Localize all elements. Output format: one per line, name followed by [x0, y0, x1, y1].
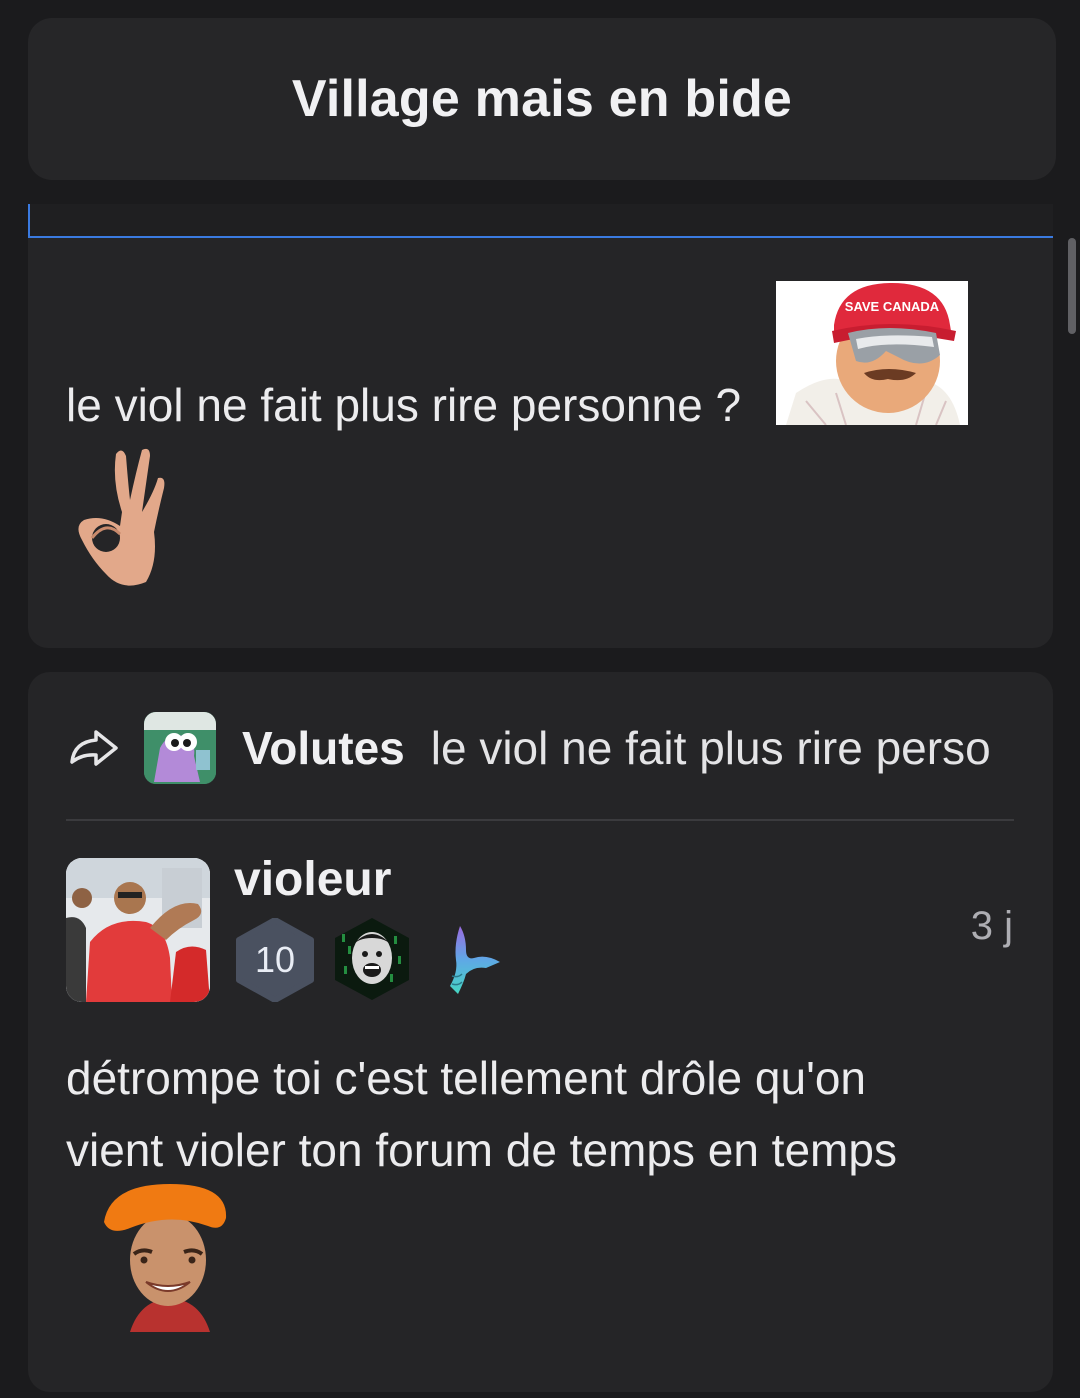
reply-body-text: détrompe toi c'est tellement drôle qu'on… [66, 1042, 1006, 1186]
topic-header: Village mais en bide [28, 18, 1056, 180]
cr7-badge [332, 916, 412, 1002]
level-badge: 10 [235, 917, 315, 1003]
save-canada-sticker: SAVE CANADA [776, 281, 968, 425]
share-arrow-icon[interactable] [66, 728, 122, 768]
quoted-message[interactable]: Volutes le viol ne fait plus rire perso [66, 708, 1016, 788]
quote-excerpt: le viol ne fait plus rire perso [430, 722, 991, 774]
username[interactable]: violeur [234, 852, 391, 907]
reply-line-2: vient violer ton forum de temps en temps [66, 1124, 897, 1176]
original-post: SAVE CANADA le viol ne fait plus rire pe… [28, 204, 1053, 648]
topic-title: Village mais en bide [291, 70, 793, 128]
post-timestamp[interactable]: 3 j [971, 904, 1013, 949]
mermaid-tail-icon [450, 926, 500, 994]
post-body-text: le viol ne fait plus rire personne ? [66, 379, 742, 431]
reply-post: Volutes le viol ne fait plus rire perso … [28, 672, 1053, 1392]
user-avatar[interactable] [66, 858, 210, 1002]
quote-author-avatar[interactable] [144, 712, 216, 784]
cr7-orange-hat-sticker [100, 1182, 240, 1332]
scrollbar-thumb[interactable] [1068, 238, 1076, 334]
forum-page: Village mais en bide SAVE CANADA le viol… [0, 0, 1080, 1398]
quote-author-name[interactable]: Volutes [242, 721, 405, 775]
post-toolbar [28, 204, 1053, 238]
reply-line-1: détrompe toi c'est tellement drôle qu'on [66, 1052, 867, 1104]
quote-divider [66, 819, 1014, 821]
cap-text: SAVE CANADA [845, 299, 940, 314]
ok-hand-sticker [72, 442, 172, 592]
level-number: 10 [254, 939, 296, 980]
